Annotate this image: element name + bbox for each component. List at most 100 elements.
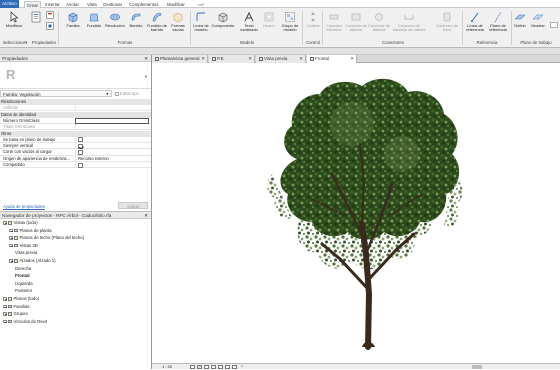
expand-icon[interactable] bbox=[9, 236, 13, 240]
view-control-extra[interactable]: ⁹ bbox=[241, 364, 243, 370]
component-button[interactable]: Componente bbox=[210, 10, 236, 40]
property-row[interactable]: Se basa en plano de trabajo bbox=[0, 136, 151, 143]
revolve-button[interactable]: Revolución bbox=[104, 10, 126, 40]
tab-extra-toggle[interactable]: ▭• bbox=[196, 1, 206, 8]
control-button[interactable]: Control bbox=[304, 10, 322, 40]
property-row[interactable]: Compartido bbox=[0, 162, 151, 169]
pipe-connector-button[interactable]: Conector de tubería bbox=[367, 10, 391, 40]
expand-icon[interactable] bbox=[3, 312, 7, 316]
model-line-button[interactable]: Línea de modelo bbox=[192, 10, 210, 40]
property-value[interactable] bbox=[75, 149, 149, 156]
browser-node[interactable]: Vistas 3D bbox=[9, 243, 38, 249]
apply-button[interactable]: Aplicar bbox=[118, 202, 148, 209]
property-value[interactable] bbox=[75, 136, 149, 143]
property-category[interactable]: Otros bbox=[0, 130, 151, 137]
property-value[interactable] bbox=[75, 124, 149, 131]
expand-icon[interactable] bbox=[3, 297, 7, 301]
opening-button[interactable]: Hueco bbox=[260, 10, 278, 40]
blend-button[interactable]: Fundido bbox=[84, 10, 104, 40]
tree-rendering[interactable] bbox=[152, 64, 560, 363]
browser-node[interactable]: Planos de planta bbox=[9, 228, 52, 234]
browser-node[interactable]: Izquierda bbox=[15, 281, 33, 287]
browser-node[interactable]: Frontal bbox=[15, 273, 30, 279]
property-row[interactable]: Origen de apariencia de renderiza... Recu… bbox=[0, 155, 151, 162]
electrical-connector-button[interactable]: Conector eléctrico bbox=[323, 10, 345, 40]
collapse-icon[interactable] bbox=[9, 243, 13, 248]
properties-help-link[interactable]: Ayuda de propiedades bbox=[3, 204, 45, 209]
show-crop-icon[interactable] bbox=[225, 365, 230, 369]
property-category[interactable]: Restricciones bbox=[0, 99, 151, 106]
browser-node[interactable]: Grupos bbox=[3, 311, 28, 317]
browser-node[interactable]: Planos (todo) bbox=[3, 296, 39, 302]
type-preview-area[interactable]: R ▼ bbox=[0, 63, 151, 89]
close-icon[interactable]: ✕ bbox=[248, 55, 252, 63]
close-icon[interactable]: ✕ bbox=[350, 55, 354, 63]
extrusion-button[interactable]: Familia bbox=[62, 10, 84, 40]
property-value[interactable] bbox=[75, 117, 149, 124]
shadows-icon[interactable] bbox=[211, 365, 216, 369]
property-value[interactable] bbox=[75, 143, 149, 150]
expand-icon[interactable] bbox=[3, 304, 7, 309]
visual-style-icon[interactable] bbox=[197, 365, 202, 369]
close-icon[interactable]: ✕ bbox=[299, 55, 303, 63]
detail-level-icon[interactable] bbox=[190, 365, 195, 369]
checkbox[interactable] bbox=[78, 162, 83, 168]
property-row[interactable]: Número OmniClass bbox=[0, 117, 151, 125]
browser-node[interactable]: Familias bbox=[3, 304, 30, 310]
browser-node[interactable]: Vistas (todo) bbox=[3, 220, 38, 226]
collapse-icon[interactable] bbox=[9, 259, 13, 263]
property-value[interactable] bbox=[75, 162, 149, 168]
sun-path-icon[interactable] bbox=[204, 365, 209, 369]
reference-plane-button[interactable]: Plano de referencia bbox=[486, 10, 510, 40]
browser-node[interactable]: Vista previa bbox=[15, 250, 37, 256]
expand-icon[interactable] bbox=[3, 319, 7, 324]
horizontal-scrollbar[interactable] bbox=[472, 365, 482, 369]
close-icon[interactable]: ✕ bbox=[144, 55, 148, 62]
property-row[interactable]: Corte con vacíos al cargar bbox=[0, 149, 151, 156]
tab-insert[interactable]: Insertar bbox=[43, 1, 62, 8]
property-value[interactable]: Recurso externo bbox=[75, 155, 149, 162]
tab-pe[interactable]: P.E ✕ bbox=[209, 55, 255, 63]
close-icon[interactable]: ✕ bbox=[144, 212, 148, 219]
cable-tray-connector-button[interactable]: Conector de bandeja de cables bbox=[391, 10, 427, 40]
edit-type-button[interactable]: Editar tipo bbox=[115, 90, 149, 97]
property-row[interactable]: Título OmniClass bbox=[0, 124, 151, 131]
expand-icon[interactable] bbox=[9, 228, 13, 233]
family-type-selector[interactable]: Familia: Vegetación ▼ bbox=[0, 90, 112, 97]
set-workplane-button[interactable]: Definir bbox=[512, 10, 528, 40]
browser-node[interactable]: Vínculos de Revit bbox=[3, 319, 47, 325]
checkbox-checked[interactable] bbox=[78, 143, 83, 149]
properties-button[interactable] bbox=[30, 10, 42, 40]
crop-view-icon[interactable] bbox=[218, 365, 223, 369]
model-text-button[interactable]: Texto modelado bbox=[238, 10, 260, 40]
conduit-connector-button[interactable]: Conector de tubo bbox=[434, 10, 460, 40]
void-forms-button[interactable]: Formas vacías bbox=[168, 10, 188, 40]
checkbox[interactable] bbox=[78, 149, 83, 155]
duct-connector-button[interactable]: Conector de tubería bbox=[345, 10, 367, 40]
browser-node[interactable]: Posterior bbox=[15, 288, 32, 294]
tab-view[interactable]: Vista bbox=[85, 1, 99, 8]
tab-floor-plan[interactable]: Planta/vista general ✕ bbox=[152, 55, 208, 63]
close-icon[interactable]: ✕ bbox=[201, 55, 205, 63]
property-row[interactable]: Siempre vertical bbox=[0, 143, 151, 150]
tab-addins[interactable]: Complementos bbox=[127, 1, 161, 8]
browser-node[interactable]: Alzados (Alzado 1) bbox=[9, 258, 56, 264]
model-group-button[interactable]: Grupo de modelo bbox=[280, 10, 300, 40]
tab-modify[interactable]: Modificar bbox=[165, 1, 187, 8]
tab-manage[interactable]: Gestionar bbox=[101, 1, 124, 8]
sweep-button[interactable]: Barrido bbox=[126, 10, 146, 40]
browser-node[interactable]: Planos de techo (Plano del techo) bbox=[9, 235, 84, 241]
show-workplane-button[interactable]: Mostrar bbox=[528, 10, 548, 40]
property-row[interactable]: Anfitrión bbox=[0, 105, 151, 112]
tab-file[interactable]: Archivo bbox=[0, 0, 19, 8]
browser-node[interactable]: Derecha bbox=[15, 266, 31, 272]
hide-isolate-icon[interactable] bbox=[232, 365, 237, 369]
view-scale[interactable]: 1 : 20 bbox=[162, 364, 172, 370]
checkbox[interactable] bbox=[78, 137, 83, 143]
tab-annotate[interactable]: Anotar bbox=[64, 1, 81, 8]
property-value[interactable] bbox=[75, 105, 149, 112]
reference-line-button[interactable]: Línea de referencia bbox=[464, 10, 486, 40]
tab-preview[interactable]: Vista previa ✕ bbox=[256, 55, 306, 63]
group-label-select[interactable]: Seleccionar▾ bbox=[0, 39, 30, 47]
tab-frontal[interactable]: Frontal ✕ bbox=[307, 55, 357, 63]
